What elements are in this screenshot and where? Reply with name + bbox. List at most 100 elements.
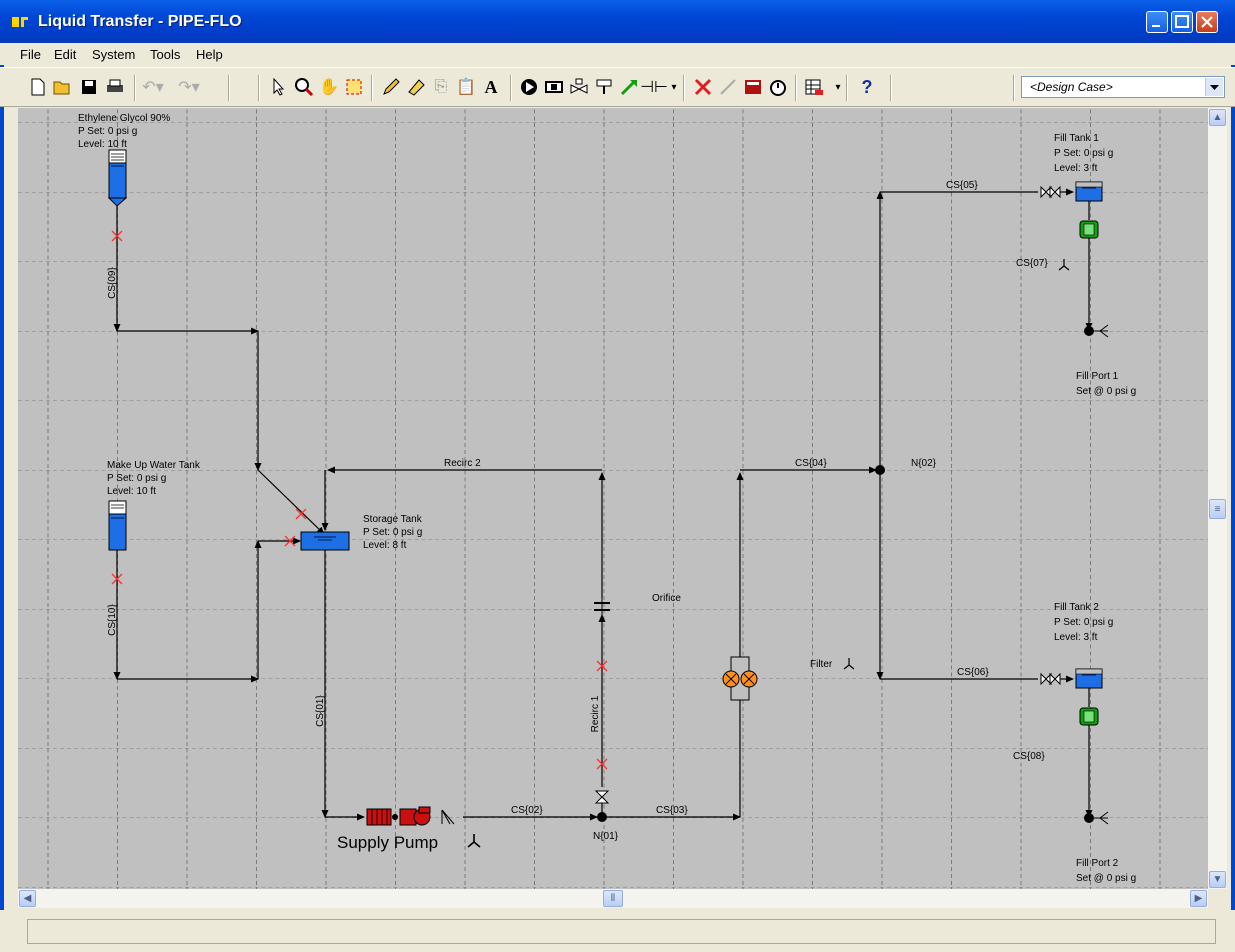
pipe-label: Recirc 2: [444, 458, 481, 469]
tank-storage[interactable]: [300, 531, 350, 551]
redo-button[interactable]: ↷▾: [178, 76, 200, 98]
node-tool-button[interactable]: ⊣⊢: [640, 76, 668, 98]
tank-label-level: Level: 10 ft: [107, 486, 156, 497]
design-case-dropdown-button[interactable]: [1205, 78, 1223, 96]
menu-help[interactable]: Help: [196, 47, 223, 62]
minimize-button[interactable]: [1146, 11, 1168, 33]
grip-icon: ≡: [1214, 503, 1221, 515]
tank-fill-1[interactable]: [1075, 181, 1103, 202]
node-n01[interactable]: [597, 812, 607, 822]
scroll-down-button[interactable]: ▼: [1209, 871, 1226, 888]
pump-icon: [521, 79, 537, 95]
flow-demand-icon: [620, 80, 637, 96]
paste-button[interactable]: 📋: [455, 76, 477, 98]
help-button[interactable]: ?: [856, 76, 878, 98]
scroll-right-button[interactable]: ▶: [1190, 890, 1207, 907]
pipe-label: CS{09}: [107, 266, 118, 298]
minimize-icon: [1152, 25, 1160, 27]
paste-icon: 📋: [456, 79, 476, 96]
pan-icon: ✋: [319, 79, 339, 96]
tank-label-pset: P Set: 0 psi g: [1054, 148, 1113, 159]
menu-system[interactable]: System: [92, 47, 135, 62]
window-frame-left: [0, 43, 4, 952]
toolbar-separator: [1013, 75, 1015, 101]
menu-bar: File Edit System Tools Help: [0, 43, 1235, 65]
timer-icon: [770, 80, 786, 96]
copy-icon: ⎘: [434, 78, 448, 95]
print-button[interactable]: [104, 76, 126, 98]
fill-port-label: Fill Port 1: [1076, 371, 1119, 382]
node-dropdown-button[interactable]: ▾: [663, 76, 685, 98]
tank-label-name: Storage Tank: [363, 514, 423, 525]
toolbar-separator: [683, 75, 685, 101]
valve-tool-button[interactable]: [568, 76, 590, 98]
zoom-extents-button[interactable]: [343, 76, 365, 98]
horizontal-scrollbar[interactable]: ◀ ⦀ ▶: [18, 889, 1208, 908]
new-button[interactable]: [27, 76, 49, 98]
select-button[interactable]: [268, 76, 290, 98]
tank-label-level: Level: 8 ft: [363, 540, 407, 551]
chevron-left-icon: ◀: [23, 893, 32, 904]
tank-label-name: Fill Tank 1: [1054, 133, 1099, 144]
calculate-button[interactable]: [742, 76, 764, 98]
toolbar-separator: [371, 75, 373, 101]
tank-label-pset: P Set: 0 psi g: [363, 527, 422, 538]
design-case-select[interactable]: <Design Case>: [1021, 76, 1225, 98]
select-icon: [273, 78, 285, 96]
tank-label-pset: P Set: 0 psi g: [107, 473, 166, 484]
tank-fill-2[interactable]: [1075, 668, 1103, 689]
line-tool-button[interactable]: [717, 76, 739, 98]
zoom-button[interactable]: [293, 76, 315, 98]
zoom-extents-icon: [346, 79, 362, 95]
app-icon: [12, 17, 28, 27]
eraser-button[interactable]: [405, 76, 427, 98]
title-bar: Liquid Transfer - PIPE-FLO: [0, 0, 1235, 43]
component-tool-button[interactable]: [543, 76, 565, 98]
line-icon: [720, 79, 736, 95]
pipe-label: CS{08}: [1013, 751, 1045, 762]
copy-button[interactable]: ⎘: [430, 76, 452, 98]
pipe-label: CS{02}: [511, 805, 543, 816]
tank-make-up-water[interactable]: [108, 500, 127, 551]
toolbar-separator: [846, 75, 848, 101]
pencil-icon: [383, 78, 400, 95]
vertical-scrollbar[interactable]: ▲ ≡ ▼: [1208, 108, 1227, 889]
pencil-button[interactable]: [380, 76, 402, 98]
pipe-label: CS{06}: [957, 667, 989, 678]
flow-meter-2[interactable]: [1079, 707, 1099, 726]
flow-demand-tool-button[interactable]: [618, 76, 640, 98]
undo-icon: ↶▾: [142, 79, 164, 96]
grid: [18, 108, 1208, 889]
horizontal-scroll-thumb[interactable]: ⦀: [603, 890, 623, 907]
pump-tool-button[interactable]: [518, 76, 540, 98]
delete-tool-button[interactable]: [692, 76, 714, 98]
menu-edit[interactable]: Edit: [54, 47, 76, 62]
text-button[interactable]: A: [480, 76, 502, 98]
menu-tools[interactable]: Tools: [150, 47, 180, 62]
maximize-button[interactable]: [1171, 11, 1193, 33]
flow-meter-1[interactable]: [1079, 220, 1099, 239]
scroll-left-button[interactable]: ◀: [19, 890, 36, 907]
open-button[interactable]: [52, 76, 74, 98]
help-icon: ?: [861, 76, 873, 97]
close-button[interactable]: [1196, 11, 1218, 33]
vertical-scroll-thumb[interactable]: ≡: [1209, 499, 1226, 519]
diagram-canvas[interactable]: Ethylene Glycol 90% P Set: 0 psi g Level…: [18, 108, 1208, 889]
component-icon: [545, 81, 563, 93]
menu-file[interactable]: File: [20, 47, 41, 62]
scroll-up-button[interactable]: ▲: [1209, 109, 1226, 126]
toolbar-separator: [510, 75, 512, 101]
table-button[interactable]: [803, 76, 825, 98]
valve-icon: [570, 78, 588, 94]
pipe-label: CS{05}: [946, 180, 978, 191]
toolbar-separator: [134, 75, 136, 101]
control-valve-tool-button[interactable]: [593, 76, 615, 98]
timer-button[interactable]: [767, 76, 789, 98]
chevron-down-icon: [1210, 85, 1219, 90]
node-n02[interactable]: [875, 465, 885, 475]
save-button[interactable]: [78, 76, 100, 98]
undo-button[interactable]: ↶▾: [142, 76, 164, 98]
tank-ethylene-glycol[interactable]: [107, 149, 128, 207]
toolbar-separator: [228, 75, 230, 101]
pan-button[interactable]: ✋: [318, 76, 340, 98]
